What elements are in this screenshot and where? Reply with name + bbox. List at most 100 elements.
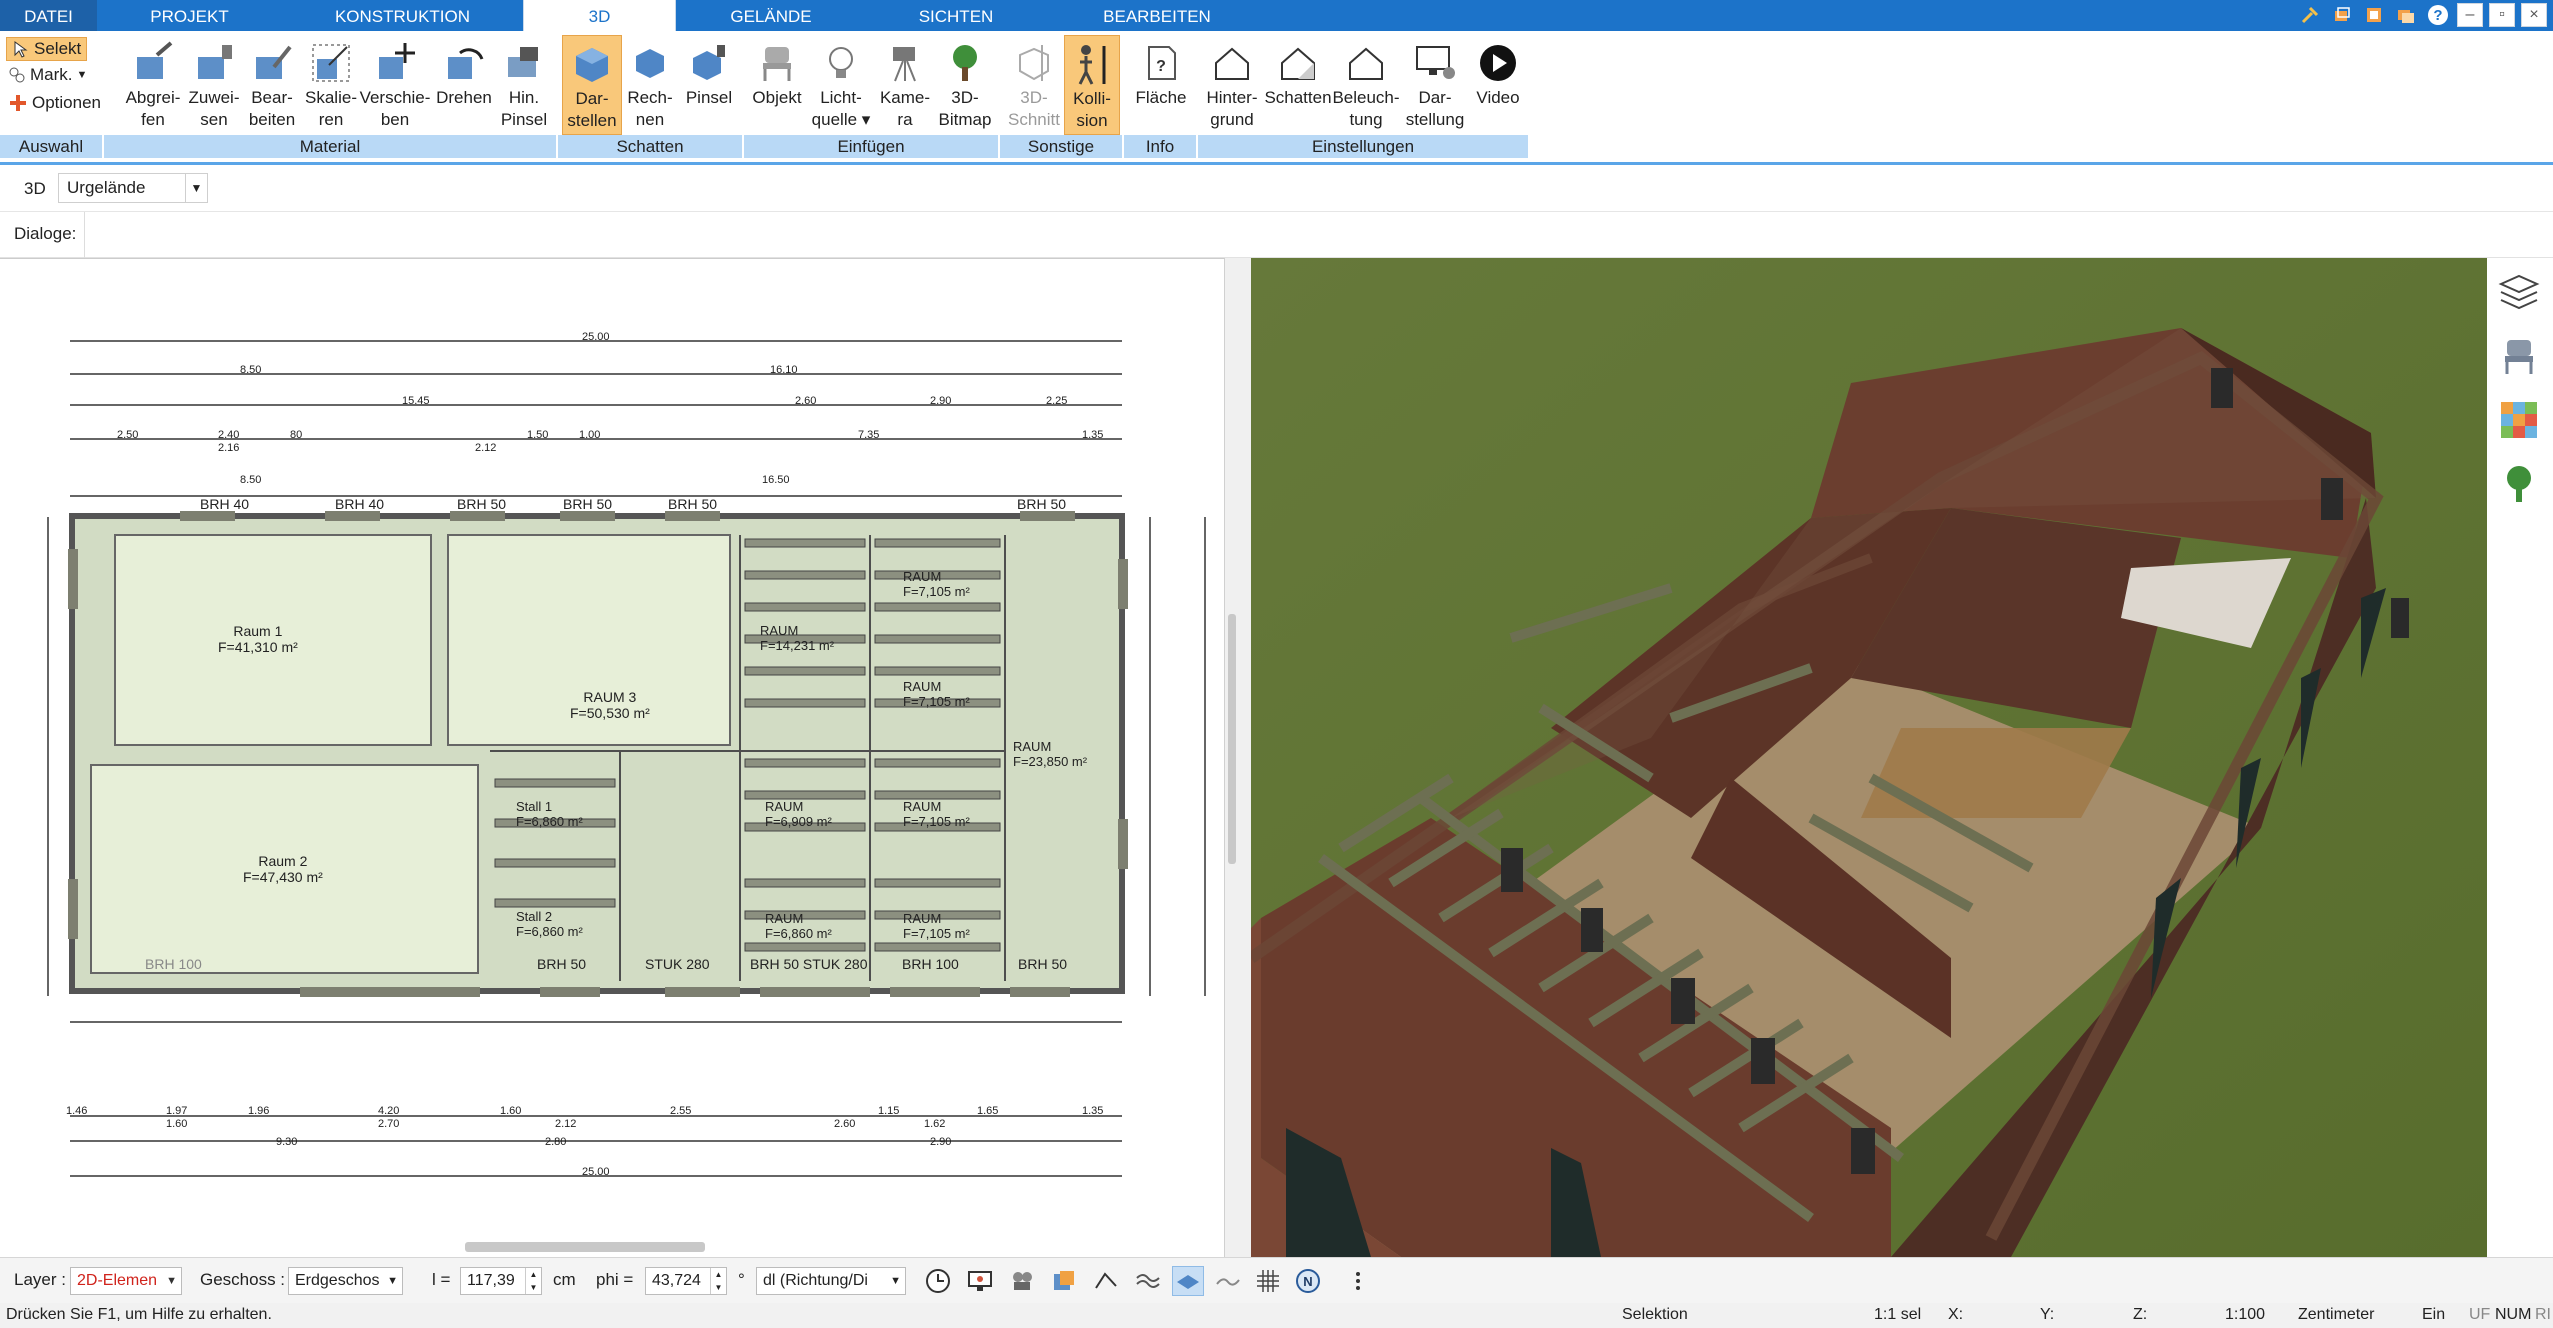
dim-label: 9.30 xyxy=(276,1136,298,1148)
north-icon[interactable]: N xyxy=(1292,1266,1324,1296)
tab-sichten[interactable]: SICHTEN xyxy=(866,0,1046,31)
skalieren-button[interactable]: Skalie- ren xyxy=(302,35,360,135)
maximize-button[interactable]: ▫ xyxy=(2489,3,2515,27)
3d-schnitt-button[interactable]: 3D- Schnitt xyxy=(1004,35,1064,135)
dim-label: 16.10 xyxy=(770,364,798,376)
tools-icon[interactable] xyxy=(2297,3,2323,27)
dim-label: 1.96 xyxy=(248,1105,270,1117)
3d-view[interactable] xyxy=(1251,258,2487,1257)
window-label: BRH 50 xyxy=(1018,956,1068,972)
area-info-icon: ? xyxy=(1137,39,1185,87)
kamera-button[interactable]: Kame- ra xyxy=(874,35,936,135)
status-selection: 1:1 sel xyxy=(1874,1306,1922,1323)
3d-building-render xyxy=(1251,258,2487,1257)
room-label-stall-2: Stall 2 F=6,860 m² xyxy=(516,909,583,939)
window-label: BRH 50 xyxy=(457,496,507,512)
plants-icon[interactable] xyxy=(2497,462,2541,506)
object-list-icon[interactable] xyxy=(1048,1266,1080,1296)
terrain-select[interactable]: Urgelände ▼ xyxy=(58,173,208,203)
length-input[interactable]: 117,39 ▲ ▼ xyxy=(460,1267,542,1295)
vertical-scrollbar-thumb[interactable] xyxy=(1228,614,1236,864)
status-num: NUM xyxy=(2495,1306,2532,1323)
dim-label: 1.65 xyxy=(977,1105,999,1117)
floor-plan-2d-view[interactable]: 25.00 8.50 16.10 15.45 2.60 2.90 2.25 2.… xyxy=(0,258,1225,1257)
chair-catalog-icon[interactable] xyxy=(2497,334,2541,378)
dim-label: 2.80 xyxy=(545,1136,567,1148)
dim-label: 1.00 xyxy=(579,429,601,441)
camera-settings-icon[interactable] xyxy=(1006,1266,1038,1296)
verschieben-button[interactable]: Verschie- ben xyxy=(360,35,430,135)
tab-datei[interactable]: DATEI xyxy=(0,0,97,31)
view-toolbar: 3D Urgelände ▼ xyxy=(0,165,2553,212)
dim-label: 16.50 xyxy=(762,474,790,486)
window-arrange-icon[interactable] xyxy=(2361,3,2387,27)
kollision-button[interactable]: Kolli- sion xyxy=(1064,35,1120,135)
close-button[interactable]: × xyxy=(2521,3,2547,27)
darstellung-button[interactable]: Dar- stellung xyxy=(1400,35,1470,135)
dim-label: 7.35 xyxy=(858,429,880,441)
mark-button[interactable]: Mark. ▼ xyxy=(8,65,87,85)
window-cascade-icon[interactable] xyxy=(2393,3,2419,27)
play-icon xyxy=(1474,39,1522,87)
edit-material-icon xyxy=(248,39,296,87)
room-label: RAUM F=6,860 m² xyxy=(765,911,832,941)
camera-icon xyxy=(881,39,929,87)
tab-projekt[interactable]: PROJEKT xyxy=(97,0,282,31)
layer-select[interactable]: 2D-Elemen ▼ xyxy=(70,1267,182,1295)
tab-bearbeiten[interactable]: BEARBEITEN xyxy=(1046,0,1268,31)
hintergrund-pinsel-button[interactable]: Hin. Pinsel xyxy=(498,35,550,135)
flaeche-button[interactable]: ? Fläche xyxy=(1130,35,1192,135)
dim-label: 1.62 xyxy=(924,1118,946,1130)
abgreifen-button[interactable]: Abgrei- fen xyxy=(120,35,186,135)
floor-select[interactable]: Erdgeschos ▼ xyxy=(288,1267,403,1295)
materials-icon[interactable] xyxy=(2497,398,2541,442)
dim-label: 2.55 xyxy=(670,1105,692,1117)
window-label: BRH 50 xyxy=(1017,496,1067,512)
bearbeiten-button[interactable]: Bear- beiten xyxy=(242,35,302,135)
status-mode: Selektion xyxy=(1622,1306,1688,1323)
direction-select[interactable]: dl (Richtung/Di ▼ xyxy=(756,1267,906,1295)
lichtquelle-button[interactable]: Licht- quelle ▾ xyxy=(808,35,874,135)
drehen-button[interactable]: Drehen xyxy=(430,35,498,135)
mark-icon xyxy=(9,67,25,83)
phi-input[interactable]: 43,724 ▲ ▼ xyxy=(645,1267,727,1295)
cursor-icon xyxy=(14,41,28,58)
help-icon[interactable]: ? xyxy=(2425,3,2451,27)
room-label: RAUM F=6,909 m² xyxy=(765,799,832,829)
hintergrund-button[interactable]: Hinter- grund xyxy=(1200,35,1264,135)
3d-bitmap-button[interactable]: 3D- Bitmap xyxy=(936,35,994,135)
layers-icon[interactable] xyxy=(2497,270,2541,314)
beleuchtung-button[interactable]: Beleuch- tung xyxy=(1332,35,1400,135)
terrain-layer-icon[interactable] xyxy=(1212,1266,1244,1296)
view-splitter[interactable] xyxy=(1225,258,1251,1257)
darstellen-button[interactable]: Dar- stellen xyxy=(562,35,622,135)
minimize-button[interactable]: – xyxy=(2457,3,2483,27)
monitor-person-icon[interactable] xyxy=(964,1266,996,1296)
brush-icon xyxy=(500,39,548,87)
video-button[interactable]: Video xyxy=(1470,35,1526,135)
plane-layer-icon[interactable] xyxy=(1172,1266,1204,1296)
schatten-button[interactable]: Schatten xyxy=(1264,35,1332,135)
wave-layers-icon[interactable] xyxy=(1132,1266,1164,1296)
monitor-settings-icon xyxy=(1411,39,1459,87)
rechnen-button[interactable]: Rech- nen xyxy=(622,35,678,135)
window-label: BRH 50 STUK 280 xyxy=(750,956,868,972)
tab-3d[interactable]: 3D xyxy=(523,0,676,31)
pinsel-button[interactable]: Pinsel xyxy=(678,35,740,135)
horizontal-scrollbar-thumb[interactable] xyxy=(465,1242,705,1252)
grid-icon[interactable] xyxy=(1252,1266,1284,1296)
window-restore-icon[interactable] xyxy=(2329,3,2355,27)
path-tool-icon[interactable] xyxy=(1090,1266,1122,1296)
more-options-icon[interactable] xyxy=(1342,1266,1374,1296)
clock-icon[interactable] xyxy=(922,1266,954,1296)
objekt-button[interactable]: Objekt xyxy=(746,35,808,135)
zuweisen-button[interactable]: Zuwei- sen xyxy=(186,35,242,135)
options-button[interactable]: Optionen xyxy=(8,93,101,113)
select-button[interactable]: Selekt xyxy=(6,37,88,61)
light-bulb-icon xyxy=(817,39,865,87)
stepper-arrows-icon[interactable]: ▲ ▼ xyxy=(710,1268,726,1294)
stepper-arrows-icon[interactable]: ▲ ▼ xyxy=(525,1268,541,1294)
tab-gelaende[interactable]: GELÄNDE xyxy=(676,0,866,31)
input-toolbar: Layer : 2D-Elemen ▼ Geschoss : Erdgescho… xyxy=(0,1257,2553,1303)
tab-konstruktion[interactable]: KONSTRUKTION xyxy=(282,0,523,31)
